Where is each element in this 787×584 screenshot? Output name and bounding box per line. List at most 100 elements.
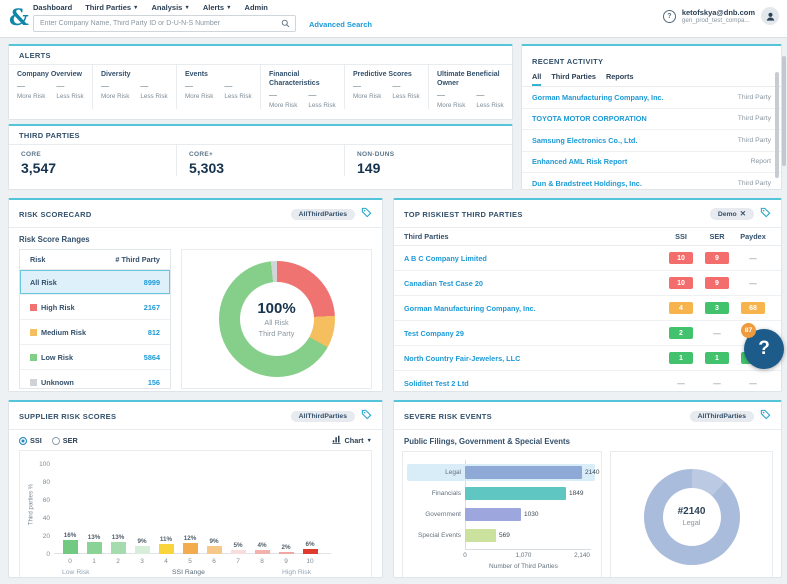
list-item[interactable]: Samsung Electronics Co., Ltd. Third Party <box>522 130 781 152</box>
search-icon[interactable] <box>281 19 290 28</box>
bar[interactable] <box>302 548 318 554</box>
company-search[interactable] <box>33 15 296 32</box>
help-circle-icon[interactable]: ? <box>662 9 676 23</box>
severe-bar-row-government[interactable]: Government 1030 <box>403 504 601 525</box>
activity-link[interactable]: Gorman Manufacturing Company, Inc. <box>532 93 664 102</box>
risk-count[interactable]: 156 <box>148 378 160 387</box>
list-item[interactable]: Gorman Manufacturing Company, Inc. Third … <box>522 87 781 109</box>
activity-link[interactable]: TOYOTA MOTOR CORPORATION <box>532 114 647 123</box>
alert-category-events[interactable]: Events — More Risk — Less Risk <box>177 65 261 110</box>
filter-pill-allthirdparties[interactable]: AllThirdParties <box>689 410 754 422</box>
bar[interactable] <box>158 544 174 554</box>
filter-pill-allthirdparties[interactable]: AllThirdParties <box>290 410 355 422</box>
bar[interactable] <box>110 542 126 554</box>
alert-category-financial-characteristics[interactable]: Financial Characteristics — More Risk — Less… <box>261 65 345 110</box>
list-item[interactable]: TOYOTA MOTOR CORPORATION Third Party <box>522 109 781 130</box>
scorecard-row-high-risk[interactable]: High Risk 2167 <box>20 295 170 320</box>
bar[interactable] <box>182 543 198 554</box>
avatar[interactable] <box>761 7 779 25</box>
alert-less-risk: — Less Risk <box>56 82 83 100</box>
stat-core: CORE+ 5,303 <box>177 145 345 176</box>
alert-category-ultimate-beneficial-owner[interactable]: Ultimate Beneficial Owner — More Risk — Less… <box>429 65 512 109</box>
remove-filter-icon[interactable]: ✕ <box>740 210 746 218</box>
nav-item-dashboard[interactable]: Dashboard <box>33 3 72 12</box>
stat-value: 149 <box>357 160 381 176</box>
tag-icon[interactable] <box>760 407 771 425</box>
risk-count[interactable]: 812 <box>148 328 160 337</box>
score-cell-ssi: 1 <box>663 352 699 364</box>
activity-link[interactable]: Enhanced AML Risk Report <box>532 157 627 166</box>
list-item[interactable]: Dun & Bradstreet Holdings, Inc. Third Par… <box>522 173 781 189</box>
bar[interactable] <box>230 549 246 554</box>
third-party-link[interactable]: A B C Company Limited <box>404 254 663 263</box>
bar[interactable] <box>278 552 294 554</box>
bar[interactable] <box>465 529 496 542</box>
severe-bar-row-legal[interactable]: Legal 2140 <box>403 462 601 483</box>
table-row[interactable]: North Country Fair-Jewelers, LLC1180 <box>394 346 781 371</box>
filter-pill-demo[interactable]: Demo ✕ <box>709 208 754 220</box>
activity-type: Report <box>750 158 771 166</box>
nav-item-third-parties[interactable]: Third Parties ▼ <box>85 3 138 12</box>
alert-category-diversity[interactable]: Diversity — More Risk — Less Risk <box>93 65 177 110</box>
alert-category-predictive-scores[interactable]: Predictive Scores — More Risk — Less Risk <box>345 65 429 110</box>
third-party-link[interactable]: North Country Fair-Jewelers, LLC <box>404 354 663 363</box>
bar[interactable] <box>254 550 270 554</box>
bar[interactable] <box>465 466 582 479</box>
recent-activity-scrollbar[interactable] <box>775 72 779 178</box>
alert-less-risk: — Less Risk <box>308 91 335 109</box>
table-row[interactable]: Test Company 292—— <box>394 321 781 346</box>
risk-count[interactable]: 8999 <box>144 278 160 287</box>
nav-item-admin[interactable]: Admin <box>245 3 268 12</box>
bar[interactable] <box>62 539 78 554</box>
activity-link[interactable]: Dun & Bradstreet Holdings, Inc. <box>532 179 642 188</box>
tab-reports[interactable]: Reports <box>606 72 634 86</box>
third-party-link[interactable]: Canadian Test Case 20 <box>404 279 663 288</box>
third-party-link[interactable]: Soliditet Test 2 Ltd <box>404 379 663 388</box>
tab-all[interactable]: All <box>532 72 542 86</box>
x-axis-title: Number of Third Parties <box>489 563 558 570</box>
risk-count[interactable]: 2167 <box>144 303 160 312</box>
risk-count[interactable]: 5864 <box>144 353 160 362</box>
alert-less-risk-value: — <box>224 82 233 92</box>
table-row[interactable]: Canadian Test Case 20 10 9 — <box>394 271 781 296</box>
severe-bar-row-special-events[interactable]: Special Events 569 <box>403 525 601 546</box>
search-input[interactable] <box>34 20 281 27</box>
advanced-search-link[interactable]: Advanced Search <box>309 20 372 29</box>
table-row[interactable]: Soliditet Test 2 Ltd — — — <box>394 371 781 391</box>
scorecard-row-all-risk[interactable]: All Risk 8999 <box>20 270 170 295</box>
filter-pill-allthirdparties[interactable]: AllThirdParties <box>290 208 355 220</box>
nav-item-analysis[interactable]: Analysis ▼ <box>152 3 190 12</box>
page-scrollbar[interactable] <box>782 56 786 166</box>
bar[interactable] <box>465 487 566 500</box>
alert-more-risk-label: More Risk <box>269 102 298 110</box>
bar[interactable] <box>465 508 521 521</box>
tag-icon[interactable] <box>361 407 372 425</box>
ssi-radio[interactable]: SSI <box>19 436 42 445</box>
bar[interactable] <box>134 545 150 554</box>
tab-third-parties[interactable]: Third Parties <box>551 72 596 86</box>
third-party-link[interactable]: Test Company 29 <box>404 329 663 338</box>
user-menu[interactable]: ketofskya@dnb.com gen_prod_test_compa... <box>682 8 755 25</box>
third-party-link[interactable]: Gorman Manufacturing Company, Inc. <box>404 304 663 313</box>
top-riskiest-panel: TOP RISKIEST THIRD PARTIES Demo ✕ Third … <box>393 198 782 392</box>
table-row[interactable]: Gorman Manufacturing Company, Inc. 4 3 68 <box>394 296 781 321</box>
severe-risk-bars: Legal 2140 Financials 1849 Government 1030 Spe… <box>403 462 601 546</box>
tag-icon[interactable] <box>361 205 372 223</box>
severe-bar-row-financials[interactable]: Financials 1849 <box>403 483 601 504</box>
list-item[interactable]: Enhanced AML Risk Report Report <box>522 152 781 173</box>
alert-more-risk: — More Risk <box>17 82 45 100</box>
chart-view-select[interactable]: Chart ▼ <box>332 435 372 446</box>
table-row[interactable]: A B C Company Limited 10 9 — <box>394 246 781 271</box>
alert-category-company-overview[interactable]: Company Overview — More Risk — Less Risk <box>9 65 93 110</box>
bar[interactable] <box>206 545 222 554</box>
scorecard-row-medium-risk[interactable]: Medium Risk 812 <box>20 320 170 345</box>
bar[interactable] <box>86 542 102 554</box>
nav-item-alerts[interactable]: Alerts ▼ <box>203 3 232 12</box>
ser-radio[interactable]: SER <box>51 436 78 445</box>
activity-link[interactable]: Samsung Electronics Co., Ltd. <box>532 136 637 145</box>
tag-icon[interactable] <box>760 205 771 223</box>
scorecard-row-low-risk[interactable]: Low Risk 5864 <box>20 345 170 370</box>
scorecard-row-unknown[interactable]: Unknown 156 <box>20 370 170 391</box>
help-button[interactable]: ? 87 <box>741 323 784 369</box>
bar-slot: 5% <box>226 542 250 554</box>
